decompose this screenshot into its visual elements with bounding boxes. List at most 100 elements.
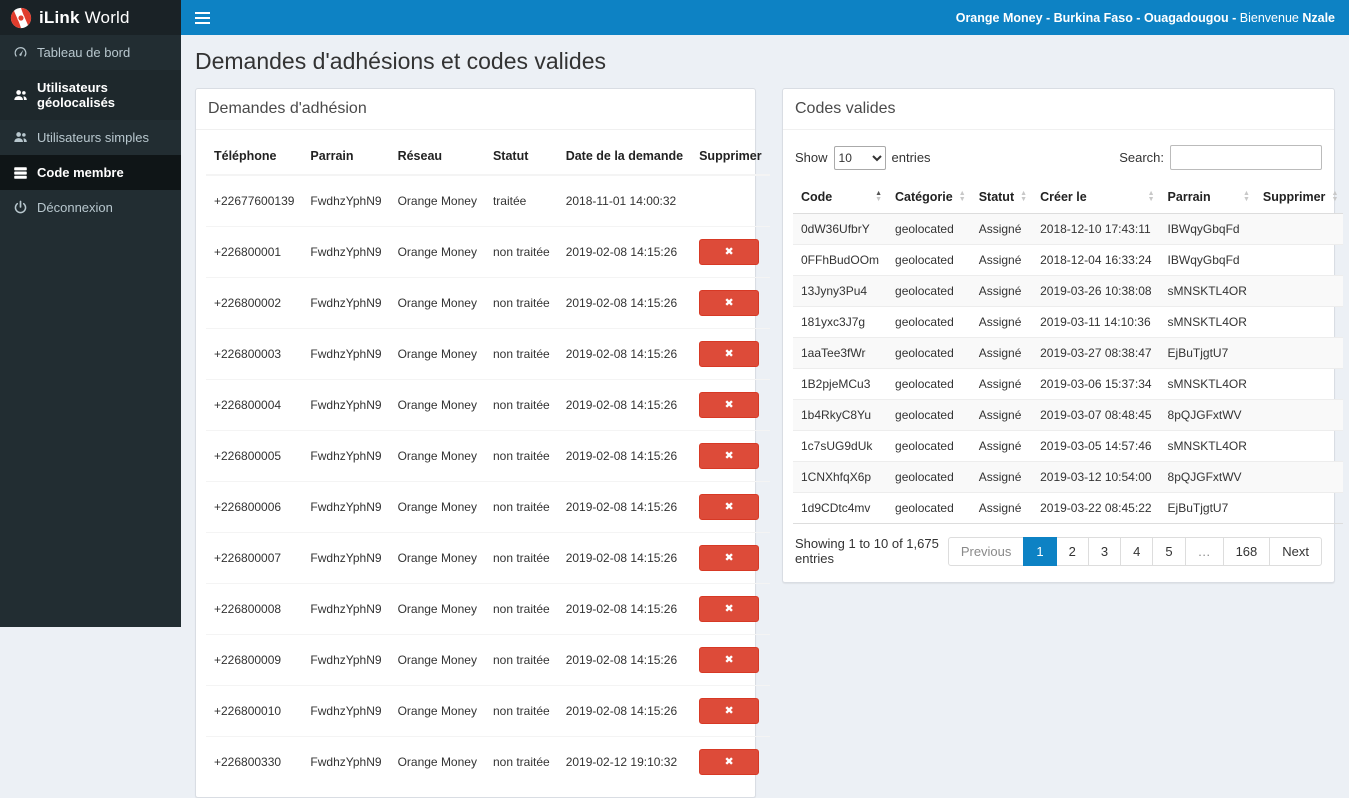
- parrain-cell: FwdhzYphN9: [302, 481, 390, 533]
- statut-cell: non traitée: [484, 736, 558, 787]
- column-header: Parrain: [302, 138, 390, 176]
- statut-cell: Assigné: [970, 368, 1033, 400]
- page-button[interactable]: 4: [1120, 536, 1154, 566]
- delete-x-icon: ✖: [724, 654, 734, 666]
- supprimer-cell: [1254, 399, 1344, 431]
- supprimer-cell: [1254, 244, 1344, 276]
- users-icon: [13, 130, 28, 145]
- brand-logo[interactable]: iLink World: [0, 0, 181, 35]
- supprimer-cell: [1254, 213, 1344, 245]
- code-cell: 1b4RkyC8Yu: [793, 399, 888, 431]
- date-cell: 2018-11-01 14:00:32: [557, 174, 692, 227]
- parrain-cell: sMNSKTL4OR: [1159, 275, 1255, 307]
- column-header: Téléphone: [206, 138, 303, 176]
- categorie-cell: geolocated: [887, 244, 971, 276]
- column-header-sortable[interactable]: Supprimer ▲ ▼: [1254, 181, 1344, 214]
- parrain-cell: FwdhzYphN9: [302, 174, 390, 227]
- table-row: 1b4RkyC8Yu geolocated Assigné 2019-03-07…: [793, 399, 1344, 431]
- table-info: Showing 1 to 10 of 1,675 entries: [795, 536, 939, 566]
- page-button[interactable]: Previous: [947, 536, 1025, 566]
- search-input[interactable]: [1170, 145, 1322, 170]
- delete-button[interactable]: ✖: [699, 698, 760, 724]
- date-cell: 2019-02-08 14:15:26: [557, 328, 692, 380]
- code-cell: 1aaTee3fWr: [793, 337, 888, 369]
- code-cell: 13Jyny3Pu4: [793, 275, 888, 307]
- delete-button[interactable]: ✖: [699, 341, 760, 367]
- codes-table-header-row: Code ▲ ▼ Catégorie ▲ ▼ Statut ▲ ▼ Créer le …: [793, 181, 1344, 214]
- delete-x-icon: ✖: [724, 399, 734, 411]
- telephone-cell: +226800004: [206, 379, 303, 431]
- reseau-cell: Orange Money: [389, 430, 485, 482]
- datatable-footer: Showing 1 to 10 of 1,675 entries Previou…: [795, 536, 1322, 566]
- page-button[interactable]: 1: [1023, 536, 1057, 566]
- cree-le-cell: 2019-03-07 08:48:45: [1032, 399, 1160, 431]
- statut-cell: non traitée: [484, 430, 558, 482]
- delete-button[interactable]: ✖: [699, 494, 760, 520]
- delete-button[interactable]: ✖: [699, 545, 760, 571]
- delete-button[interactable]: ✖: [699, 443, 760, 469]
- parrain-cell: IBWqyGbqFd: [1159, 213, 1255, 245]
- page-length-control: Show 10 entries: [795, 145, 931, 170]
- sidebar-item-member-code[interactable]: Code membre: [0, 155, 181, 190]
- delete-x-icon: ✖: [724, 705, 734, 717]
- column-header-sortable[interactable]: Statut ▲ ▼: [970, 181, 1033, 214]
- statut-cell: Assigné: [970, 461, 1033, 493]
- sort-icon: ▲ ▼: [1242, 190, 1250, 203]
- column-header: Réseau: [389, 138, 485, 176]
- cree-le-cell: 2019-03-22 08:45:22: [1032, 492, 1160, 524]
- statut-cell: Assigné: [970, 430, 1033, 462]
- delete-button[interactable]: ✖: [699, 647, 760, 673]
- statut-cell: non traitée: [484, 481, 558, 533]
- delete-button[interactable]: ✖: [699, 239, 760, 265]
- requests-panel-title: Demandes d'adhésion: [196, 89, 755, 130]
- statut-cell: non traitée: [484, 685, 558, 737]
- column-header-sortable[interactable]: Catégorie ▲ ▼: [887, 181, 971, 214]
- sidebar-item-logout[interactable]: Déconnexion: [0, 190, 181, 225]
- page-button[interactable]: 3: [1087, 536, 1122, 566]
- supprimer-cell: ✖: [691, 736, 770, 787]
- page-button[interactable]: 5: [1152, 536, 1186, 566]
- column-header: Date de la demande: [557, 138, 692, 176]
- delete-button[interactable]: ✖: [699, 596, 760, 622]
- statut-cell: traitée: [484, 174, 558, 227]
- page-button[interactable]: 2: [1055, 536, 1089, 566]
- sidebar-item-users-simple[interactable]: Utilisateurs simples: [0, 120, 181, 155]
- table-row: +226800005 FwdhzYphN9 Orange Money non t…: [206, 430, 770, 482]
- sidebar-item-dashboard[interactable]: Tableau de bord: [0, 35, 181, 70]
- statut-cell: Assigné: [970, 306, 1033, 338]
- page-button[interactable]: 168: [1222, 536, 1271, 566]
- parrain-cell: FwdhzYphN9: [302, 736, 390, 787]
- code-cell: 0FFhBudOOm: [793, 244, 888, 276]
- requests-table-header-row: Téléphone Parrain Réseau Statut Date de la d…: [206, 138, 770, 176]
- page-button[interactable]: Next: [1269, 536, 1322, 566]
- user-banner-welcome: Bienvenue: [1239, 10, 1299, 25]
- telephone-cell: +226800003: [206, 328, 303, 380]
- delete-x-icon: ✖: [724, 450, 734, 462]
- sidebar-item-label: Tableau de bord: [37, 45, 131, 60]
- page-title: Demandes d'adhésions et codes valides: [195, 48, 606, 74]
- sidebar-item-users-geolocated[interactable]: Utilisateurs géolocalisés: [0, 70, 181, 120]
- code-cell: 1B2pjeMCu3: [793, 368, 888, 400]
- supprimer-cell: ✖: [691, 634, 770, 686]
- delete-button[interactable]: ✖: [699, 392, 760, 418]
- parrain-cell: FwdhzYphN9: [302, 379, 390, 431]
- sidebar-toggle-button[interactable]: [181, 0, 223, 35]
- column-header-sortable[interactable]: Code ▲ ▼: [793, 181, 888, 214]
- requests-table: Téléphone Parrain Réseau Statut Date de la d…: [206, 138, 770, 787]
- delete-button[interactable]: ✖: [699, 290, 760, 316]
- delete-button[interactable]: ✖: [699, 749, 760, 775]
- supprimer-cell: ✖: [691, 174, 770, 227]
- parrain-cell: sMNSKTL4OR: [1159, 430, 1255, 462]
- page-length-select[interactable]: 10: [833, 145, 886, 170]
- page-button[interactable]: …: [1184, 536, 1224, 566]
- table-row: 13Jyny3Pu4 geolocated Assigné 2019-03-26…: [793, 275, 1344, 307]
- cree-le-cell: 2019-03-06 15:37:34: [1032, 368, 1160, 400]
- column-header-sortable[interactable]: Créer le ▲ ▼: [1032, 181, 1160, 214]
- parrain-cell: sMNSKTL4OR: [1159, 306, 1255, 338]
- search-control: Search:: [1119, 145, 1322, 170]
- column-header-sortable[interactable]: Parrain ▲ ▼: [1159, 181, 1255, 214]
- table-row: +226800003 FwdhzYphN9 Orange Money non t…: [206, 328, 770, 380]
- table-row: +226800007 FwdhzYphN9 Orange Money non t…: [206, 532, 770, 584]
- table-row: +226800002 FwdhzYphN9 Orange Money non t…: [206, 277, 770, 329]
- code-cell: 1CNXhfqX6p: [793, 461, 888, 493]
